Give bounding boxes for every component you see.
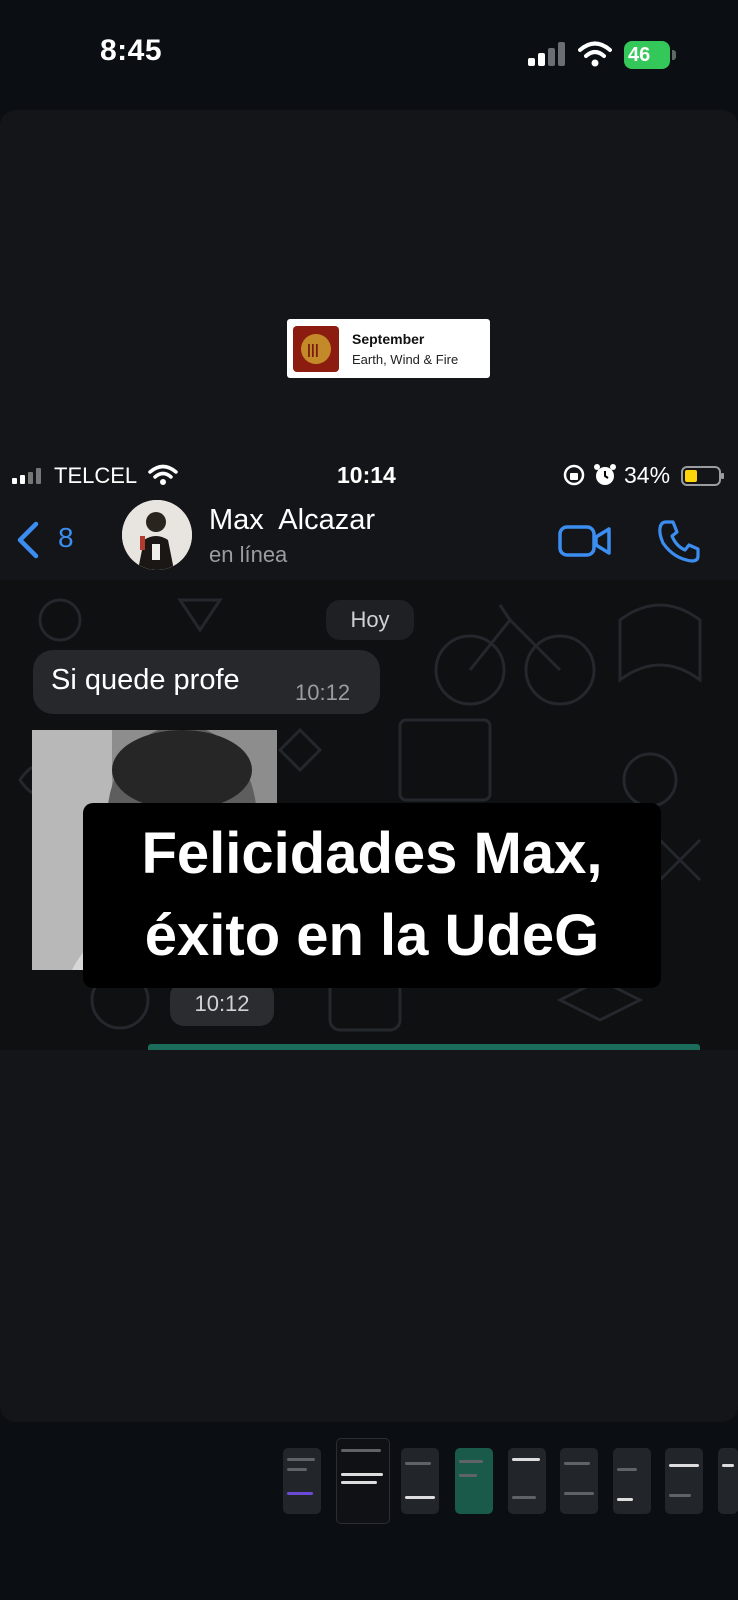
avatar-image <box>122 500 192 570</box>
video-call-icon[interactable] <box>558 522 612 560</box>
song-artist: Earth, Wind & Fire <box>352 352 459 367</box>
clip-thumbnail-strip <box>0 1428 738 1528</box>
battery-icon: 46 <box>624 41 676 69</box>
caption-line-2: éxito en la UdeG <box>144 903 600 968</box>
status-time: 8:45 <box>100 34 163 67</box>
clip-thumbnail[interactable] <box>401 1448 439 1514</box>
date-separator: Hoy <box>326 600 414 640</box>
caption-overlay[interactable]: Felicidades Max, éxito en la UdeG <box>83 803 661 988</box>
clip-thumbnail[interactable] <box>508 1448 546 1514</box>
clip-thumbnail[interactable] <box>613 1448 651 1514</box>
now-playing-sticker[interactable]: ||| September Earth, Wind & Fire <box>287 319 490 378</box>
clip-thumbnail[interactable] <box>718 1448 738 1514</box>
lock-rotation-icon <box>563 464 585 486</box>
phone-icon[interactable] <box>656 518 702 564</box>
chat-header: 8 Max Alcazar en línea <box>0 500 738 580</box>
battery-icon <box>681 466 724 486</box>
clip-thumbnail[interactable] <box>455 1448 493 1514</box>
photo-time: 10:12 <box>170 982 274 1026</box>
album-cover: ||| <box>293 326 339 372</box>
wifi-icon <box>148 464 178 485</box>
next-message-edge <box>148 1044 700 1050</box>
wifi-icon <box>578 41 612 67</box>
inner-battery-percent: 34% <box>624 462 671 488</box>
clip-thumbnail[interactable] <box>283 1448 321 1514</box>
caption-line-1: Felicidades Max, <box>141 821 603 886</box>
message-time: 10:12 <box>295 680 351 705</box>
signal-icon <box>12 468 41 484</box>
video-card: ||| September Earth, Wind & Fire TELCEL … <box>0 110 738 1422</box>
inner-status-bar: TELCEL 10:14 34% <box>0 458 738 498</box>
status-bar: 8:45 46 <box>0 0 738 110</box>
message-bubble[interactable]: Si quede profe 10:12 <box>33 650 380 714</box>
inner-status-time: 10:14 <box>337 462 396 488</box>
battery-level: 46 <box>628 44 651 66</box>
clip-thumbnail-active[interactable] <box>336 1438 390 1524</box>
clip-thumbnail[interactable] <box>665 1448 703 1514</box>
avatar[interactable] <box>122 500 192 570</box>
signal-icon <box>528 42 565 66</box>
song-title: September <box>352 331 425 347</box>
contact-name[interactable]: Max Alcazar <box>209 504 375 537</box>
contact-status: en línea <box>209 542 288 567</box>
message-text: Si quede profe <box>51 664 240 696</box>
back-chevron-icon[interactable] <box>14 520 42 560</box>
unread-count[interactable]: 8 <box>58 522 74 554</box>
clip-thumbnail[interactable] <box>560 1448 598 1514</box>
carrier-name: TELCEL <box>54 463 138 488</box>
alarm-icon <box>594 464 616 485</box>
